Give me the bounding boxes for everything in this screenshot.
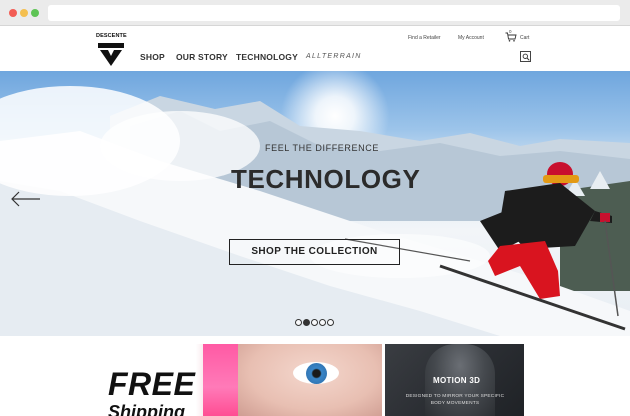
search-button[interactable] xyxy=(520,51,531,62)
cart-count: 0 xyxy=(509,29,512,34)
search-icon xyxy=(522,53,530,61)
motion-3d-promo[interactable]: MOTION 3D DESIGNED TO MIRROR YOUR SPECIF… xyxy=(385,344,524,416)
window-close-dot[interactable] xyxy=(9,9,17,17)
carousel-dot-1[interactable] xyxy=(295,319,302,326)
promo-free-title: FREE xyxy=(108,366,196,402)
motion-3d-title: MOTION 3D xyxy=(433,376,481,385)
nav-technology[interactable]: TECHNOLOGY xyxy=(236,52,298,62)
carousel-dot-3[interactable] xyxy=(311,319,318,326)
find-retailer-link[interactable]: Find a Retailer xyxy=(408,35,441,41)
carousel-dot-4[interactable] xyxy=(319,319,326,326)
window-minimize-dot[interactable] xyxy=(20,9,28,17)
nav-allterrain[interactable]: ALLTERRAIN xyxy=(306,53,362,60)
hero-carousel: FEEL THE DIFFERENCE TECHNOLOGY SHOP THE … xyxy=(0,71,630,336)
hero-headline: TECHNOLOGY xyxy=(231,164,421,194)
logo-wordmark: DESCENTE xyxy=(96,33,127,39)
site-header: DESCENTE SHOP OUR STORY TECHNOLOGY ALLTE… xyxy=(0,27,630,71)
carousel-dot-5[interactable] xyxy=(327,319,334,326)
cart-link[interactable]: Cart xyxy=(520,35,529,41)
hero-background-image xyxy=(0,86,630,336)
nav-our-story[interactable]: OUR STORY xyxy=(176,52,228,62)
shop-collection-button[interactable]: SHOP THE COLLECTION xyxy=(229,239,400,265)
free-shipping-promo[interactable]: FREE Shipping xyxy=(108,344,382,416)
descente-logo[interactable]: DESCENTE xyxy=(96,33,127,67)
motion-3d-subtitle: DESIGNED TO MIRROR YOUR SPECIFIC BODY MO… xyxy=(405,394,505,406)
hero-eyebrow: FEEL THE DIFFERENCE xyxy=(265,143,379,153)
carousel-dot-2[interactable] xyxy=(303,319,310,326)
promo-pink-helmet xyxy=(203,344,243,416)
logo-arrows-icon xyxy=(98,43,124,66)
window-zoom-dot[interactable] xyxy=(31,9,39,17)
my-account-link[interactable]: My Account xyxy=(458,35,484,41)
promo-eye-iris xyxy=(306,363,327,384)
promo-shipping-subtitle: Shipping xyxy=(108,402,185,416)
address-bar[interactable] xyxy=(48,5,620,21)
carousel-prev-arrow-icon[interactable] xyxy=(10,191,40,207)
browser-chrome xyxy=(0,0,630,26)
nav-shop[interactable]: SHOP xyxy=(140,52,165,62)
